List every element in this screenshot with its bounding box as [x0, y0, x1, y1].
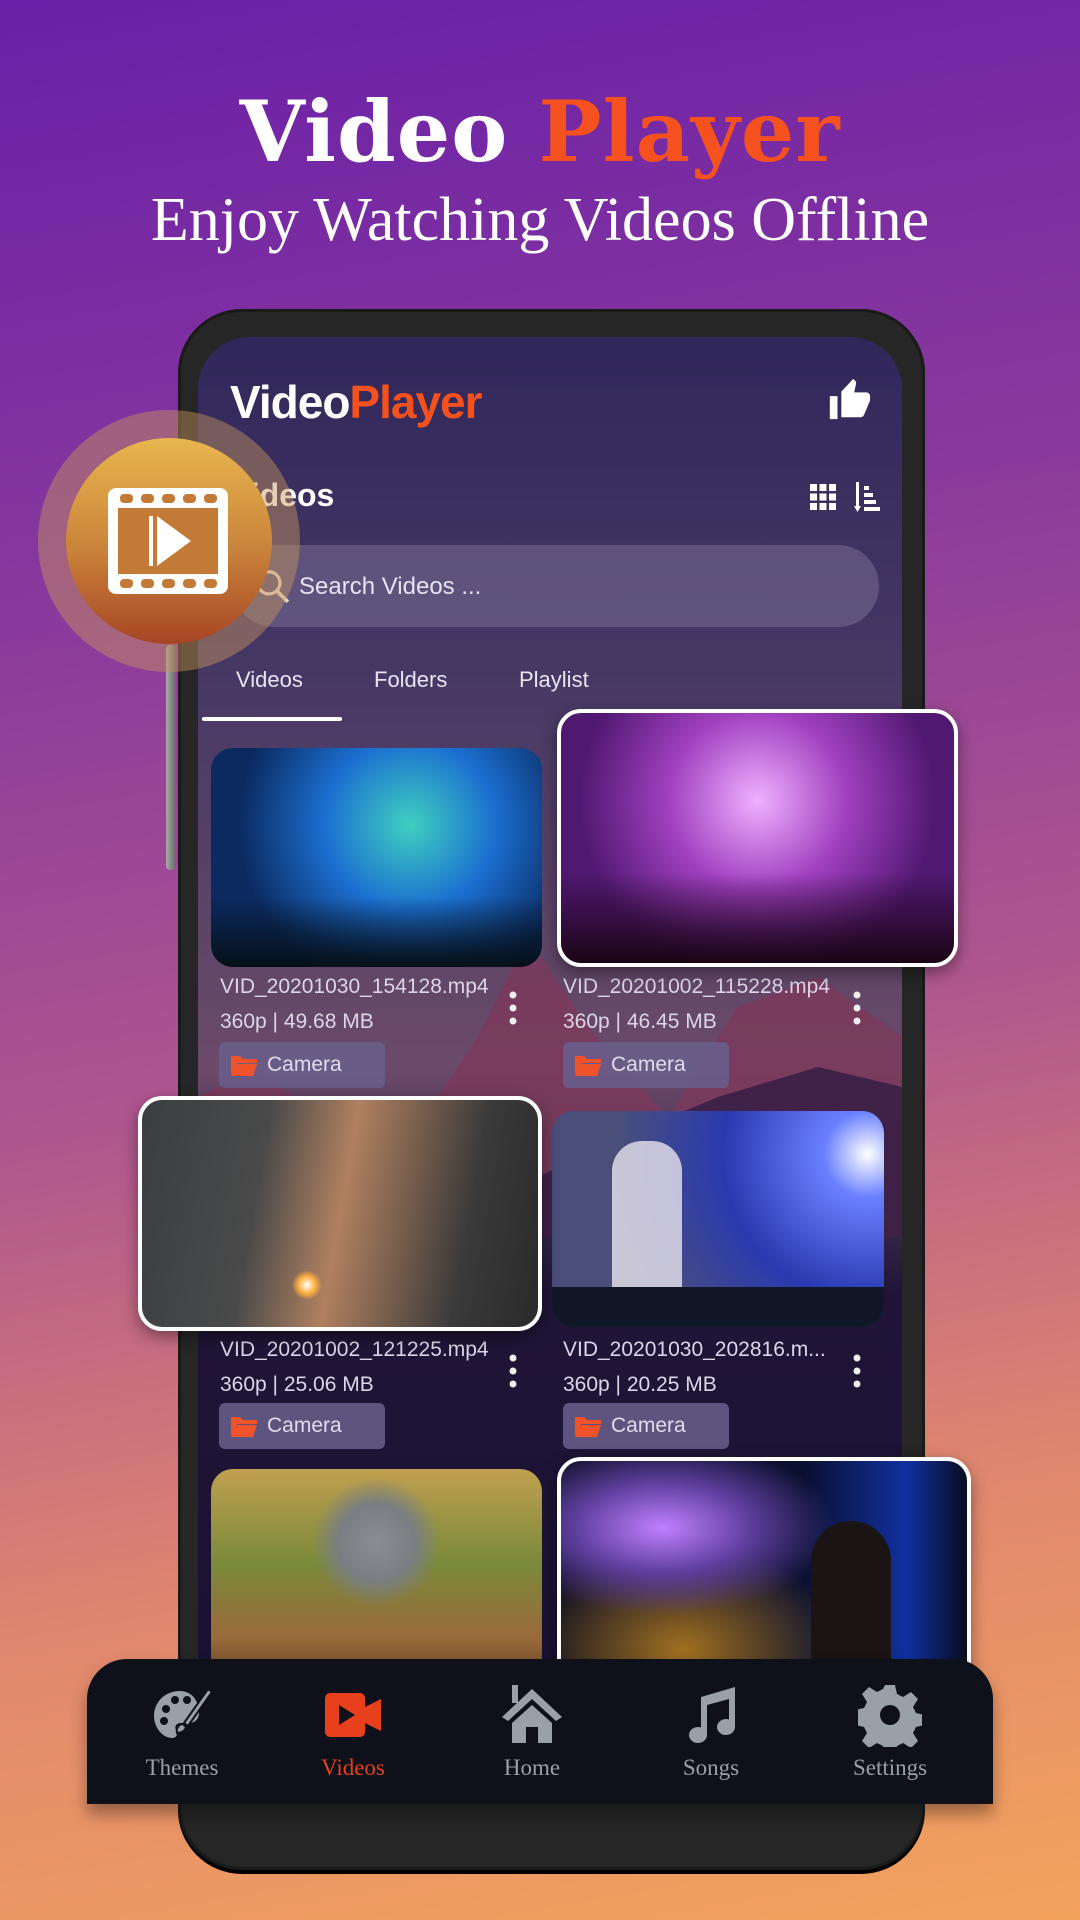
tab-folders[interactable]: Folders	[374, 667, 447, 693]
folder-chip[interactable]: Camera	[219, 1042, 385, 1088]
folder-name: Camera	[611, 1053, 686, 1076]
hero-title-main: Video	[239, 82, 509, 181]
hero-title: Video Player	[0, 82, 1080, 181]
nav-item-songs[interactable]: Songs	[641, 1659, 781, 1804]
folder-icon	[231, 1056, 257, 1076]
folder-name: Camera	[267, 1053, 342, 1076]
folder-icon	[575, 1056, 601, 1076]
video-thumbnail[interactable]	[138, 1096, 542, 1331]
video-thumbnail[interactable]	[552, 1111, 884, 1327]
folder-chip[interactable]: Camera	[219, 1403, 385, 1449]
nav-label: Themes	[145, 1755, 219, 1780]
nav-label: Settings	[852, 1755, 928, 1780]
nav-item-settings[interactable]: Settings	[820, 1659, 960, 1804]
nav-item-videos[interactable]: Videos	[283, 1659, 423, 1804]
hero-title-accent: Player	[538, 82, 841, 181]
thumbs-up-icon[interactable]	[826, 377, 872, 423]
more-options-icon[interactable]	[508, 990, 518, 1026]
active-tab-indicator	[202, 717, 342, 721]
video-thumbnail[interactable]	[557, 1457, 971, 1687]
nav-item-themes[interactable]: Themes	[112, 1659, 252, 1804]
video-thumbnail[interactable]	[211, 1469, 542, 1679]
video-title[interactable]: VID_20201002_115228.mp4	[563, 975, 830, 999]
home-icon	[502, 1685, 562, 1743]
app-badge	[66, 438, 272, 644]
folder-chip[interactable]: Camera	[563, 1042, 729, 1088]
more-options-icon[interactable]	[852, 1353, 862, 1389]
video-title[interactable]: VID_20201002_121225.mp4	[220, 1338, 489, 1362]
tab-playlist[interactable]: Playlist	[519, 667, 589, 693]
video-meta: 360p | 25.06 MB	[220, 1373, 374, 1396]
nav-item-home[interactable]: Home	[462, 1659, 602, 1804]
folder-icon	[231, 1417, 257, 1437]
grid-view-icon[interactable]	[810, 484, 836, 510]
folder-name: Camera	[267, 1414, 342, 1437]
gear-icon	[858, 1685, 922, 1747]
more-options-icon[interactable]	[852, 990, 862, 1026]
folder-chip[interactable]: Camera	[563, 1403, 729, 1449]
video-title[interactable]: VID_20201030_202816.m...	[563, 1338, 826, 1362]
palette-icon	[154, 1687, 214, 1738]
video-meta: 360p | 49.68 MB	[220, 1010, 374, 1033]
folder-icon	[575, 1417, 601, 1437]
video-thumbnail[interactable]	[557, 709, 958, 967]
logo-text-accent: Player	[349, 376, 482, 428]
phone-side-button	[166, 645, 176, 870]
tab-videos[interactable]: Videos	[236, 667, 303, 693]
hero-subtitle: Enjoy Watching Videos Offline	[150, 186, 930, 254]
more-options-icon[interactable]	[508, 1353, 518, 1389]
video-camera-icon	[325, 1693, 381, 1737]
search-bar[interactable]	[233, 545, 879, 629]
app-logo: VideoPlayer	[230, 375, 483, 429]
search-input[interactable]	[297, 545, 861, 629]
film-play-icon	[108, 488, 228, 594]
logo-text-main: Video	[230, 376, 350, 428]
nav-label: Songs	[682, 1755, 740, 1780]
nav-label: Videos	[321, 1755, 385, 1780]
bottom-navigation: Themes Videos Home Songs Settings	[87, 1659, 993, 1804]
nav-label: Home	[503, 1755, 561, 1780]
sort-icon[interactable]	[854, 482, 880, 512]
folder-name: Camera	[611, 1414, 686, 1437]
video-meta: 360p | 46.45 MB	[563, 1010, 717, 1033]
video-thumbnail[interactable]	[211, 748, 542, 967]
video-meta: 360p | 20.25 MB	[563, 1373, 717, 1396]
video-title[interactable]: VID_20201030_154128.mp4	[220, 975, 489, 999]
music-note-icon	[689, 1687, 736, 1744]
